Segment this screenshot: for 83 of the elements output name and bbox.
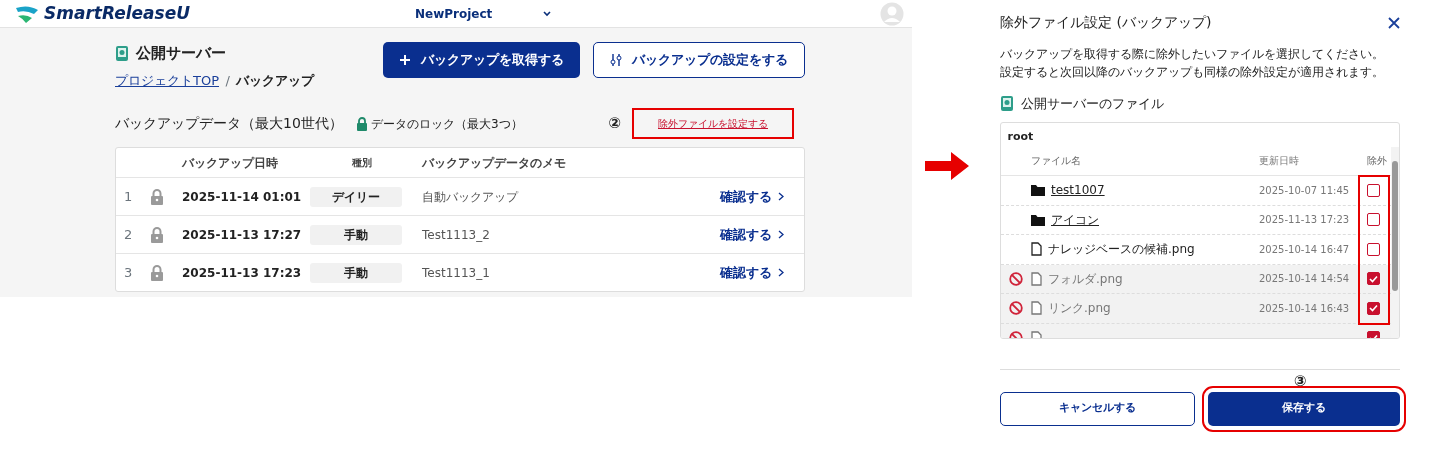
backup-memo: Test1113_2 [421,226,491,244]
chevron-right-icon [778,192,784,201]
type-tag: 手動 [310,262,402,283]
logo-text: SmartReleaseU [44,1,190,25]
section-title: バックアップデータ（最大10世代） [115,114,343,133]
description-line: 設定すると次回以降のバックアップも同様の除外設定が適用されます。 [1000,64,1385,81]
type-tag: 手動 [310,224,402,245]
exclude-checkbox[interactable] [1367,272,1380,286]
view-link[interactable]: 確認する [719,186,804,207]
row-number: 2 [123,225,134,244]
chevron-down-icon[interactable] [542,9,553,18]
row-number: 3 [123,263,134,282]
breadcrumb-link[interactable]: プロジェクトTOP [115,71,219,91]
lock-icon [150,265,164,282]
row-number: 1 [123,187,134,206]
chevron-right-icon [778,268,784,277]
file-icon [1031,242,1042,257]
type-tag: デイリー [310,186,402,207]
file-updated: 2025-10-14 16:47 [1259,243,1350,255]
cancel-button[interactable]: キャンセルする [1000,391,1195,426]
folder-link[interactable]: test1007 [1051,181,1105,200]
exclude-checkbox[interactable] [1367,242,1380,256]
tree-root: root [1006,129,1035,145]
column-header: 除外 [1367,155,1387,167]
exclude-checkbox[interactable] [1367,301,1380,315]
view-link-text: 確認する [719,263,772,282]
file-name: リンク.png [1048,300,1111,318]
column-header: 更新日時 [1259,155,1299,167]
folder-icon [1031,184,1045,197]
lock-icon [150,227,164,244]
prohibited-icon [1009,301,1023,316]
plus-icon [399,54,411,66]
dialog-title: 除外ファイル設定 (バックアップ) [1000,13,1212,32]
view-link[interactable]: 確認する [719,224,804,245]
backup-datetime: 2025-11-13 17:27 [182,226,303,244]
file-updated: 2025-10-07 11:45 [1259,184,1350,196]
file-icon [1031,271,1042,286]
server-label: 公開サーバーのファイル [1020,95,1164,113]
lock-icon [355,116,368,131]
page-title: 公開サーバー [135,43,226,64]
get-backup-button[interactable]: バックアップを取得する [383,42,580,78]
file-updated: 2025-10-14 14:54 [1259,273,1350,285]
step-number: ② [608,113,621,135]
prohibited-icon [1009,271,1023,286]
file-icon [1031,301,1042,316]
folder-icon [1031,213,1045,226]
file-updated: 2025-11-13 17:23 [1259,214,1350,226]
file-name: ナレッジベースの候補.png [1048,241,1195,259]
backup-datetime: 2025-11-13 17:23 [182,264,303,282]
file-updated: 2025-10-14 16:43 [1259,302,1350,314]
column-header: バックアップ日時 [182,154,279,172]
breadcrumb-separator: / [225,72,230,90]
step-number: ③ [1292,370,1308,392]
column-header: 種別 [351,156,373,170]
backup-memo: 自動バックアップ [421,188,520,206]
project-selector[interactable]: NewProject [415,4,493,23]
exclude-checkbox[interactable] [1367,183,1380,197]
breadcrumb-current: バックアップ [236,72,315,90]
backup-memo: Test1113_1 [421,264,491,282]
chevron-right-icon [778,230,784,239]
server-icon [1000,95,1014,113]
description-line: バックアップを取得する際に除外したいファイルを選択してください。 [1000,46,1385,63]
exclude-checkbox[interactable] [1367,213,1380,227]
view-link[interactable]: 確認する [719,262,804,283]
folder-link[interactable]: アイコン [1051,210,1099,229]
backup-settings-button[interactable]: バックアップの設定をする [593,42,805,78]
arrow-icon [925,152,969,180]
view-link-text: 確認する [719,225,772,244]
check-icon [1369,274,1378,283]
logo-icon [14,3,40,24]
scrollbar[interactable] [1391,146,1399,338]
lock-icon [150,189,164,206]
column-header: ファイル名 [1031,154,1081,169]
file-name: フォルダ.png [1048,270,1123,288]
column-header: バックアップデータのメモ [421,154,567,172]
sliders-icon [610,53,622,67]
lock-note: データのロック（最大3つ） [371,115,523,133]
server-icon [115,44,129,62]
exclude-files-link[interactable]: 除外ファイルを設定する [634,110,792,137]
backup-datetime: 2025-11-14 01:01 [182,188,303,206]
close-icon [1388,17,1400,30]
check-icon [1369,304,1378,313]
view-link-text: 確認する [719,187,772,206]
